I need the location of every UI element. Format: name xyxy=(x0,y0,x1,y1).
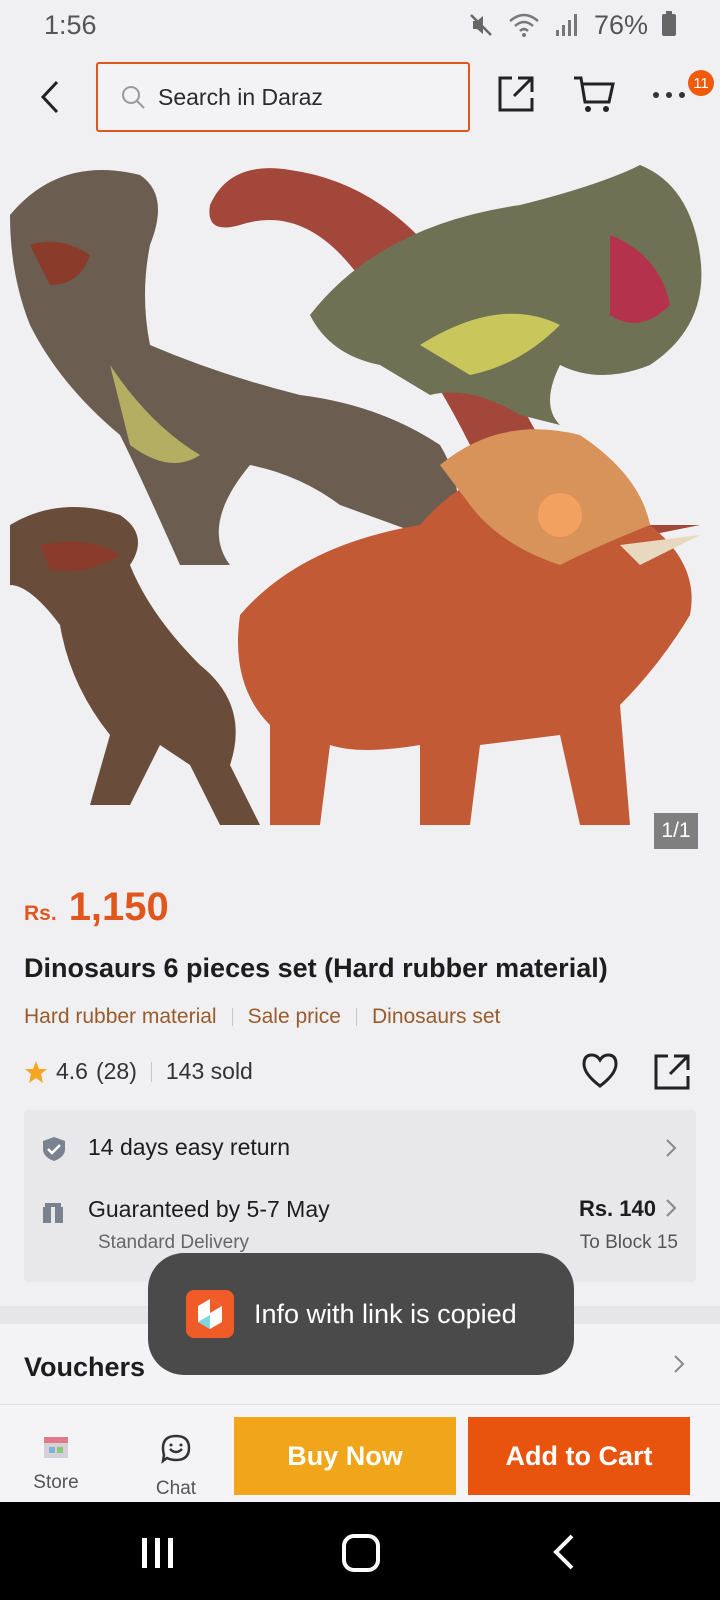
tag-item[interactable]: Sale price xyxy=(248,1005,341,1029)
tag-separator xyxy=(231,1008,233,1026)
system-nav-bar xyxy=(0,1502,720,1600)
recent-apps-icon[interactable] xyxy=(140,1536,176,1570)
status-icons: 76% xyxy=(468,10,676,41)
status-time: 1:56 xyxy=(44,9,97,40)
delivery-guarantee-label: Guaranteed by 5-7 May xyxy=(88,1196,330,1222)
product-price: Rs. 1,150 xyxy=(24,885,169,930)
battery-icon xyxy=(662,11,676,36)
vouchers-label: Vouchers xyxy=(24,1352,146,1382)
toast-message: Info with link is copied xyxy=(254,1298,517,1329)
more-options-button[interactable] xyxy=(652,78,692,118)
chat-button[interactable]: Chat xyxy=(144,1433,208,1499)
product-tags: Hard rubber material Sale price Dinosaur… xyxy=(24,1005,500,1029)
tag-item[interactable]: Hard rubber material xyxy=(24,1005,217,1029)
package-icon xyxy=(43,1203,63,1223)
home-icon[interactable] xyxy=(342,1534,380,1572)
notification-badge: 11 xyxy=(688,70,714,96)
heart-icon xyxy=(582,1053,618,1088)
share-button[interactable] xyxy=(496,74,540,118)
store-label: Store xyxy=(33,1472,79,1493)
share-icon xyxy=(654,1054,690,1090)
store-button[interactable]: Store xyxy=(24,1433,88,1497)
rating-value: 4.6 xyxy=(56,1058,88,1084)
easy-return-row[interactable]: 14 days easy return xyxy=(24,1124,696,1172)
price-value: 1,150 xyxy=(68,885,169,929)
product-title: Dinosaurs 6 pieces set (Hard rubber mate… xyxy=(24,953,608,983)
toast-notification: Info with link is copied xyxy=(148,1253,574,1375)
tag-item[interactable]: Dinosaurs set xyxy=(372,1005,500,1029)
product-image[interactable]: 1/1 xyxy=(0,145,720,865)
cart-button[interactable] xyxy=(572,72,618,118)
cart-icon xyxy=(574,76,615,112)
daraz-logo-icon xyxy=(186,1290,234,1338)
search-icon xyxy=(122,86,145,109)
easy-return-label: 14 days easy return xyxy=(88,1134,291,1160)
buy-now-button[interactable]: Buy Now xyxy=(234,1417,456,1495)
signal-icon xyxy=(555,14,577,36)
wifi-icon xyxy=(509,13,539,37)
rating-separator xyxy=(150,1061,152,1082)
store-icon xyxy=(44,1437,68,1458)
bottom-action-bar: Store Chat Buy Now Add to Cart xyxy=(0,1404,720,1502)
delivery-type: Standard Delivery xyxy=(98,1232,250,1253)
delivery-destination: To Block 15 xyxy=(579,1232,678,1253)
share-icon xyxy=(498,76,534,112)
mute-icon xyxy=(470,14,492,36)
price-currency: Rs. xyxy=(24,902,57,925)
wishlist-button[interactable] xyxy=(580,1052,622,1092)
rating-row[interactable]: 4.6 (28) 143 sold xyxy=(24,1058,253,1085)
tag-separator xyxy=(355,1008,357,1026)
header: Search in Daraz 11 xyxy=(0,50,720,145)
back-icon[interactable] xyxy=(548,1532,578,1572)
shield-check-icon xyxy=(43,1137,65,1161)
more-dots-icon xyxy=(653,92,685,98)
sold-count: 143 sold xyxy=(165,1058,253,1084)
delivery-fee: Rs. 140 xyxy=(578,1196,656,1221)
chat-label: Chat xyxy=(155,1478,197,1499)
back-button[interactable] xyxy=(30,74,70,120)
share-product-button[interactable] xyxy=(652,1052,694,1094)
chevron-right-icon xyxy=(666,1139,677,1157)
image-counter: 1/1 xyxy=(654,813,698,849)
chat-icon xyxy=(161,1434,191,1464)
dinosaurs-illustration xyxy=(10,165,702,825)
chevron-left-icon xyxy=(40,80,59,114)
chevron-right-icon xyxy=(666,1199,677,1217)
add-to-cart-button[interactable]: Add to Cart xyxy=(468,1417,690,1495)
search-input[interactable]: Search in Daraz xyxy=(96,62,470,132)
star-icon xyxy=(25,1060,47,1083)
status-bar: 1:56 76% xyxy=(0,0,720,50)
chevron-right-icon xyxy=(674,1355,685,1373)
battery-percent: 76% xyxy=(593,9,648,40)
search-placeholder: Search in Daraz xyxy=(158,83,323,110)
review-count: (28) xyxy=(95,1058,137,1084)
